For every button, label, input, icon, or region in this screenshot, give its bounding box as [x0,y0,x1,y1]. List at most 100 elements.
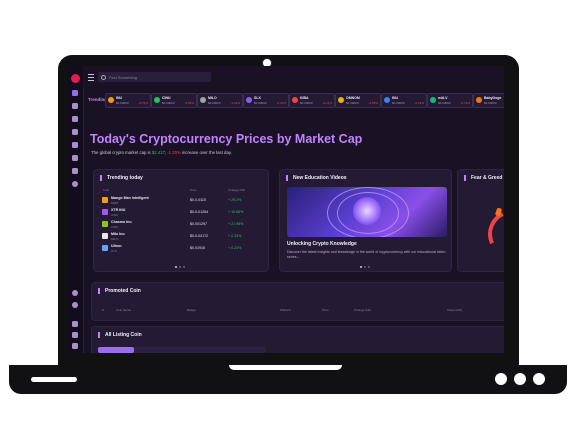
coin-change: + 10.68% [228,210,244,214]
tools-icon[interactable] [72,168,78,174]
x-social-icon[interactable] [72,321,78,327]
card-title: Fear & Greed [464,175,502,181]
laptop-base [9,365,567,394]
chip-price: $0.00000 [346,101,359,105]
subtitle-prefix: The global crypto market cap is [91,150,152,155]
thumbnail-orb [353,197,381,225]
trending-chip[interactable]: wALV $0.00000 -0.74% [427,93,473,108]
col-coin: Coin [103,188,110,192]
trending-chip[interactable]: INU $0.00000 -0.75% [105,93,151,108]
table-row[interactable]: Ultron ULX $0.01916 + 0.23% [100,244,262,255]
chip-price: $0.00000 [300,101,313,105]
chip-symbol: wALV [438,95,448,100]
chip-symbol: CINU [162,95,171,100]
logo[interactable] [71,74,80,83]
all-listing-card: All Listing Coin [91,326,504,353]
chip-change: -0.21% [322,101,332,105]
chip-price: $0.00000 [484,101,497,105]
wallet-icon[interactable] [72,155,78,161]
chip-change: -0.18% [368,101,378,105]
carousel-dots[interactable] [175,264,187,270]
col-coin-name: Coin Name [116,308,132,312]
coin-icon [200,97,206,103]
discord-icon[interactable] [72,332,78,338]
trending-chip[interactable]: SLX $0.00000 -2.34% [243,93,289,108]
coin-symbol: CINU [111,225,119,229]
chip-price: $0.00000 [116,101,129,105]
trending-today-card: Trending today Coin Price Change 24H Man… [93,169,269,272]
coin-price: $0.0-01254 [190,210,209,214]
search-placeholder: Find Something [109,74,138,80]
col-change: Change 24H [228,188,245,192]
coin-name: XTR INU [111,208,126,212]
coin-icon [102,233,108,239]
chip-price: $0.00000 [208,101,221,105]
coin-name: Ultron [111,244,122,248]
chip-change: -0.94% [184,101,194,105]
dashboard-icon[interactable] [72,90,78,96]
chip-symbol: KIBA [300,95,309,100]
listing-filter-active[interactable] [98,347,134,353]
user-icon[interactable] [72,142,78,148]
card-title: Trending today [100,175,143,181]
coin-change: + 2.34% [228,234,242,238]
table-row[interactable]: XTR INU CINU $0.0-01254 + 10.68% [100,208,262,219]
coin-change: + 29.2% [228,198,242,202]
base-bar [31,377,77,382]
col-platform: Platform [280,308,292,312]
trending-bar: Trending INU $0.00000 -0.75% CINU $0.00000 -0… [83,93,504,108]
menu-icon[interactable] [88,74,94,81]
carousel-dots[interactable] [360,264,372,270]
chart-icon[interactable] [72,103,78,109]
chip-change: -2.34% [276,101,286,105]
table-row[interactable]: Chasmo Inu CINU $0.001297 + 21.98% [100,220,262,231]
coin-icon [384,97,390,103]
trending-chip[interactable]: CINU $0.00000 -0.94% [151,93,197,108]
search-icon [101,74,106,80]
coin-symbol: MILO [111,237,119,241]
chip-symbol: INU [116,95,123,100]
chip-change: -1.24% [230,101,240,105]
coin-price: $0.0-02172 [190,234,209,238]
col-change: Change 24H [354,308,371,312]
coin-symbol: MMIT [111,201,119,205]
trending-chip[interactable]: BabyDoge$0.00000-0.17% [473,93,504,108]
profile-icon[interactable] [72,302,78,308]
coin-icon [430,97,436,103]
table-row[interactable]: Milo Inu MILO $0.0-02172 + 2.34% [100,232,262,243]
trending-chip[interactable]: INU $0.00000 -0.19% [381,93,427,108]
theme-icon[interactable] [72,290,78,296]
coin-icon [102,209,108,215]
coin-icon [102,245,108,251]
coin-symbol: ULX [111,249,117,253]
coin-icon [102,197,108,203]
video-title[interactable]: Unlocking Crypto Knowledge [287,241,357,247]
market-cap-value: $2.41T [151,150,165,155]
coin-name: Chasmo Inu [111,220,132,224]
col-num: # [102,308,104,312]
video-thumbnail[interactable] [287,187,447,237]
education-videos-card: New Education Videos Unlocking Crypto Kn… [279,169,452,272]
chip-change: -0.75% [138,101,148,105]
coin-icon [102,221,108,227]
chip-change: -0.74% [460,101,470,105]
chip-change: -0.19% [414,101,424,105]
listing-filter-bar[interactable] [98,347,266,353]
settings-icon[interactable] [72,181,78,187]
search-input[interactable]: Find Something [98,72,211,82]
trending-chip[interactable]: MILO $0.00000 -1.24% [197,93,243,108]
base-dot [533,373,545,385]
star-icon[interactable] [72,129,78,135]
trending-chip[interactable]: KIBA $0.00000 -0.21% [289,93,335,108]
col-votes: Votes (24h) [447,308,463,312]
table-row[interactable]: Mango Man Intelligent MMIT $0.0-0115 + 29.2… [100,196,262,207]
trending-chip[interactable]: OMNOM $0.00000 -0.18% [335,93,381,108]
coin-price: $0.001297 [190,222,207,226]
coin-icon [108,97,114,103]
chip-symbol: OMNOM [346,95,360,100]
telegram-icon[interactable] [72,343,78,349]
chip-symbol: SLX [254,95,261,100]
exchange-icon[interactable] [72,116,78,122]
card-title: Promoted Coin [98,288,141,294]
app-screen: Find Something Trending INU $0.00000 -0.75… [68,66,504,353]
